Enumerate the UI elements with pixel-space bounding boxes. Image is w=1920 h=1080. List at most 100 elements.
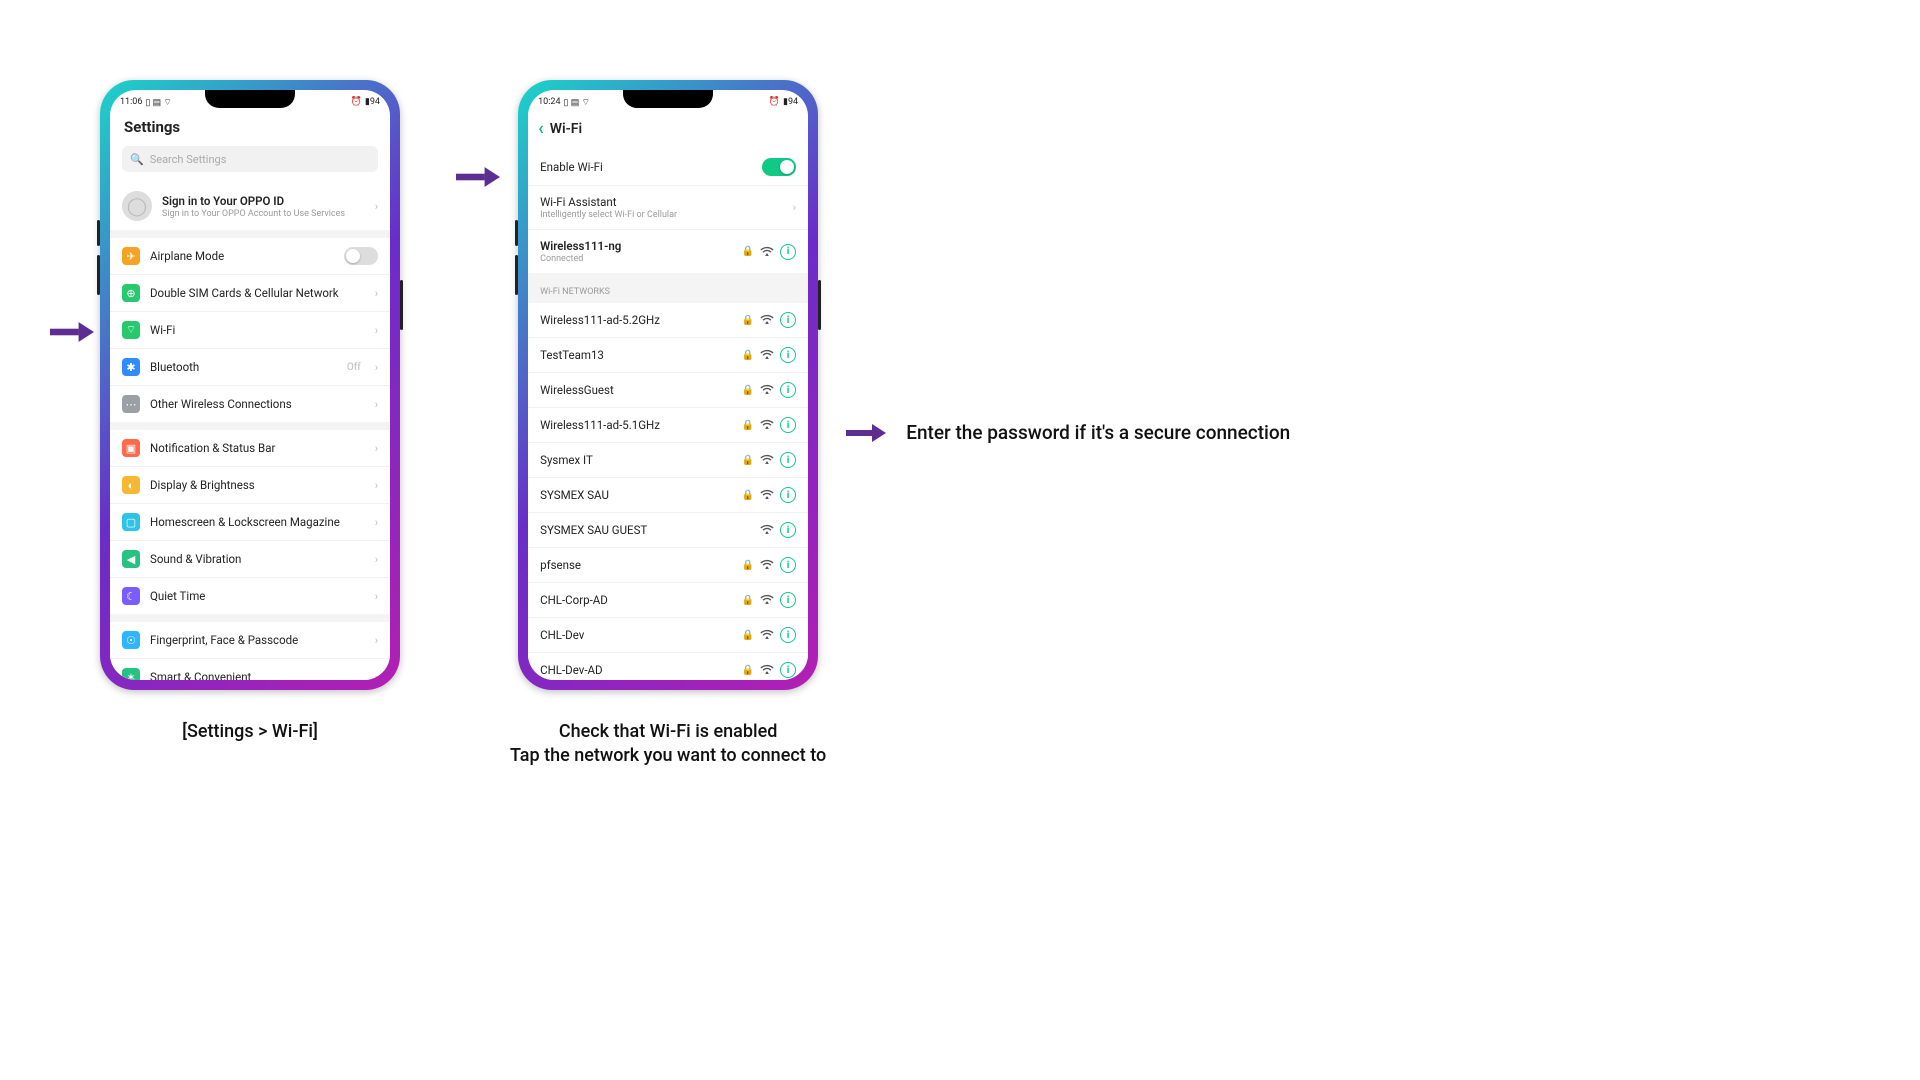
wifi-signal-icon: [760, 523, 774, 537]
settings-row[interactable]: ⊕Double SIM Cards & Cellular Network›: [110, 274, 390, 311]
row-icon: ✶: [122, 668, 140, 680]
enable-wifi-toggle[interactable]: [762, 158, 796, 176]
row-value: Off: [347, 362, 361, 373]
wifi-network-row[interactable]: SYSMEX SAU🔒i: [528, 477, 808, 512]
network-name: Sysmex IT: [540, 453, 732, 467]
settings-row[interactable]: ✶Smart & Convenient›: [110, 658, 390, 680]
search-placeholder: Search Settings: [150, 153, 227, 166]
wifi-network-row[interactable]: CHL-Corp-AD🔒i: [528, 582, 808, 617]
arrow-icon: [50, 322, 94, 342]
wifi-network-row[interactable]: Sysmex IT 🔒 i: [528, 442, 808, 477]
connected-network-row[interactable]: Wireless111-ng Connected 🔒 i: [528, 229, 808, 273]
chevron-right-icon: ›: [375, 590, 378, 603]
info-icon[interactable]: i: [780, 382, 796, 398]
wifi-signal-icon: [760, 245, 774, 259]
wifi-network-row[interactable]: pfsense 🔒 i: [528, 547, 808, 582]
row-icon: ▣: [122, 439, 140, 457]
row-label: Airplane Mode: [150, 249, 334, 263]
connected-status: Connected: [540, 254, 732, 264]
network-name: CHL-Corp-AD: [540, 593, 732, 607]
wifi-network-row[interactable]: WirelessGuest🔒i: [528, 372, 808, 407]
wifi-network-row[interactable]: TestTeam13🔒i: [528, 337, 808, 372]
wifi-signal-icon: [760, 558, 774, 572]
back-button[interactable]: ‹: [538, 118, 544, 139]
settings-row[interactable]: ◀Sound & Vibration›: [110, 540, 390, 577]
step3-caption: Enter the password if it's a secure conn…: [906, 420, 1290, 446]
info-icon[interactable]: i: [780, 557, 796, 573]
toggle[interactable]: [344, 247, 378, 265]
assistant-subtitle: Intelligently select Wi-Fi or Cellular: [540, 210, 783, 220]
wifi-network-row[interactable]: CHL-Dev🔒i: [528, 617, 808, 652]
info-icon[interactable]: i: [780, 417, 796, 433]
wifi-network-row[interactable]: CHL-Dev-AD🔒i: [528, 652, 808, 680]
wifi-signal-icon: [760, 628, 774, 642]
chevron-right-icon: ›: [375, 324, 378, 337]
settings-row[interactable]: ☉ Fingerprint, Face & Passcode ›: [110, 622, 390, 658]
wifi-network-row[interactable]: SYSMEX SAU GUEST i: [528, 512, 808, 547]
notch: [623, 90, 713, 108]
lock-icon: 🔒: [742, 665, 754, 676]
settings-row[interactable]: ⋯Other Wireless Connections›: [110, 385, 390, 422]
row-icon: ◀: [122, 550, 140, 568]
settings-row[interactable]: ☾Quiet Time›: [110, 577, 390, 614]
battery-icon: ▮94: [365, 97, 380, 107]
row-label: Display & Brightness: [150, 478, 365, 492]
signin-row[interactable]: ◯ Sign in to Your OPPO ID Sign in to You…: [110, 182, 390, 230]
lock-icon: 🔒: [742, 630, 754, 641]
info-icon[interactable]: i: [780, 662, 796, 678]
enable-wifi-row[interactable]: Enable Wi-Fi: [528, 149, 808, 185]
chevron-right-icon: ›: [375, 671, 378, 681]
wifi-signal-icon: [760, 313, 774, 327]
info-icon[interactable]: i: [780, 347, 796, 363]
settings-row[interactable]: ⌔Wi-Fi›: [110, 311, 390, 348]
row-icon: ◐: [122, 476, 140, 494]
alarm-icon: ⏰: [769, 97, 780, 107]
lock-icon: 🔒: [742, 315, 754, 326]
settings-row[interactable]: ▢Homescreen & Lockscreen Magazine›: [110, 503, 390, 540]
wifi-signal-icon: [760, 348, 774, 362]
chevron-right-icon: ›: [375, 287, 378, 300]
network-name: Wireless111-ad-5.2GHz: [540, 313, 732, 327]
lock-icon: 🔒: [742, 560, 754, 571]
row-icon: ☾: [122, 587, 140, 605]
chevron-right-icon: ›: [375, 361, 378, 374]
networks-section-header: Wi-Fi NETWORKS: [528, 281, 808, 303]
step3-block: Enter the password if it's a secure conn…: [846, 420, 1290, 446]
row-icon: ▢: [122, 513, 140, 531]
page-title: Settings: [110, 112, 390, 146]
settings-row[interactable]: ◐Display & Brightness›: [110, 466, 390, 503]
wifi-network-row[interactable]: Wireless111-ad-5.2GHz 🔒 i: [528, 303, 808, 337]
info-icon[interactable]: i: [780, 452, 796, 468]
settings-row[interactable]: ✈Airplane Mode: [110, 238, 390, 274]
lock-icon: 🔒: [742, 420, 754, 431]
chevron-right-icon: ›: [375, 553, 378, 566]
info-icon[interactable]: i: [780, 244, 796, 260]
lock-icon: 🔒: [742, 455, 754, 466]
chevron-right-icon: ›: [793, 201, 796, 214]
row-label: Bluetooth: [150, 360, 337, 374]
search-icon: 🔍: [130, 153, 144, 166]
info-icon[interactable]: i: [780, 522, 796, 538]
network-name: Wireless111-ad-5.1GHz: [540, 418, 732, 432]
row-icon: ☉: [122, 631, 140, 649]
clock: 11:06: [120, 97, 142, 107]
info-icon[interactable]: i: [780, 592, 796, 608]
settings-row[interactable]: ▣Notification & Status Bar›: [110, 430, 390, 466]
chevron-right-icon: ›: [375, 634, 378, 647]
network-name: SYSMEX SAU GUEST: [540, 523, 750, 537]
arrow-icon: [456, 167, 500, 187]
wifi-network-row[interactable]: Wireless111-ad-5.1GHz 🔒 i: [528, 407, 808, 442]
info-icon[interactable]: i: [780, 627, 796, 643]
wifi-assistant-row[interactable]: Wi-Fi Assistant Intelligently select Wi-…: [528, 185, 808, 229]
search-input[interactable]: 🔍 Search Settings: [122, 146, 378, 172]
settings-row[interactable]: ✱BluetoothOff›: [110, 348, 390, 385]
network-name: pfsense: [540, 558, 732, 572]
assistant-title: Wi-Fi Assistant: [540, 195, 783, 209]
enable-wifi-label: Enable Wi-Fi: [540, 160, 752, 174]
row-label: Fingerprint, Face & Passcode: [150, 633, 365, 647]
info-icon[interactable]: i: [780, 312, 796, 328]
alarm-icon: ⏰: [351, 97, 362, 107]
row-label: Homescreen & Lockscreen Magazine: [150, 515, 365, 529]
info-icon[interactable]: i: [780, 487, 796, 503]
arrow-icon: [846, 424, 886, 442]
